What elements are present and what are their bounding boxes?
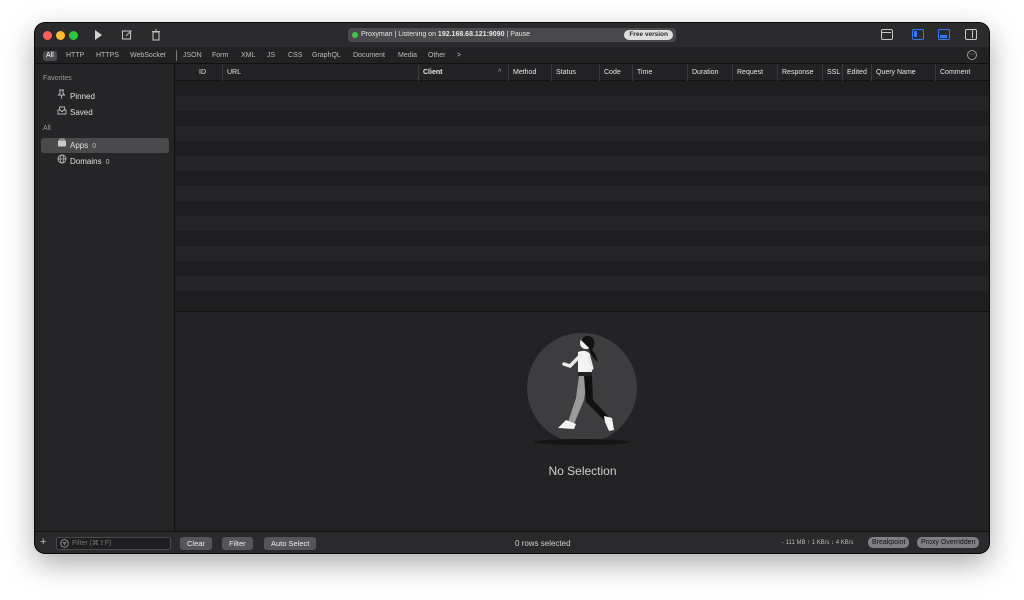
proxy-overridden-badge[interactable]: Proxy Overridden xyxy=(917,537,980,548)
trash-icon[interactable] xyxy=(148,27,164,43)
filter-tab-media[interactable]: Media xyxy=(398,51,417,61)
column-query-name[interactable]: Query Name xyxy=(871,64,935,81)
column-time[interactable]: Time xyxy=(632,64,687,81)
close-window-button[interactable] xyxy=(43,31,52,40)
column-response[interactable]: Response xyxy=(777,64,822,81)
column-status[interactable]: Status xyxy=(551,64,599,81)
filter-tab-xml[interactable]: XML xyxy=(241,51,255,61)
filter-bar: All HTTP HTTPS WebSocket JSON Form XML J… xyxy=(35,47,989,64)
table-row-empty xyxy=(176,276,989,291)
sidebar-item-label: Apps 0 xyxy=(70,141,97,150)
table-row-empty xyxy=(176,111,989,126)
filter-tab-js[interactable]: JS xyxy=(267,51,275,61)
sidebar-filter-input[interactable]: Filter (⌘⇧F) xyxy=(56,537,171,550)
table-row-empty xyxy=(176,291,989,306)
sidebar-item-domains[interactable]: Domains 0 xyxy=(41,154,169,169)
table-row-empty xyxy=(176,81,989,96)
more-filters-chevron-icon[interactable]: > xyxy=(457,51,461,61)
app-window: Proxyman | Listening on 192.168.68.121:9… xyxy=(35,23,989,553)
column-comment[interactable]: Comment xyxy=(935,64,989,81)
rows-selected-label: 0 rows selected xyxy=(515,539,571,548)
table-row-empty xyxy=(176,261,989,276)
sidebar-toggle-icon[interactable] xyxy=(912,29,924,40)
status-bar[interactable]: Proxyman | Listening on 192.168.68.121:9… xyxy=(348,28,676,42)
table-row-empty xyxy=(176,201,989,216)
favorites-header: Favorites xyxy=(43,75,72,82)
traffic-table: ID URL Client ^ Method Status Code Time … xyxy=(176,64,989,311)
play-icon[interactable] xyxy=(90,27,106,43)
filter-options-icon[interactable]: ⋯ xyxy=(967,50,977,60)
clear-button[interactable]: Clear xyxy=(180,537,212,550)
column-code[interactable]: Code xyxy=(599,64,632,81)
filter-tab-graphql[interactable]: GraphQL xyxy=(312,51,341,61)
sidebar-item-label: Domains 0 xyxy=(70,157,110,166)
sidebar-item-saved[interactable]: Saved xyxy=(41,105,169,120)
bottom-toolbar: + Filter (⌘⇧F) Clear Filter Auto Select … xyxy=(35,531,989,553)
sidebar-item-label: Pinned xyxy=(70,92,95,101)
table-row-empty xyxy=(176,141,989,156)
table-row-empty xyxy=(176,216,989,231)
filter-circle-icon xyxy=(60,539,69,551)
domains-count: 0 xyxy=(105,159,110,166)
filter-tab-all[interactable]: All xyxy=(43,51,57,61)
filter-tab-https[interactable]: HTTPS xyxy=(96,51,119,61)
column-method[interactable]: Method xyxy=(508,64,551,81)
filter-divider xyxy=(176,50,177,61)
column-id[interactable]: ID xyxy=(195,64,222,81)
filter-tab-document[interactable]: Document xyxy=(353,51,385,61)
apps-icon xyxy=(57,138,67,153)
column-ssl[interactable]: SSL xyxy=(822,64,842,81)
sidebar-item-pinned[interactable]: Pinned xyxy=(41,89,169,104)
window-layout-icon[interactable] xyxy=(881,29,893,40)
compose-icon[interactable] xyxy=(119,27,135,43)
column-request[interactable]: Request xyxy=(732,64,777,81)
filter-button[interactable]: Filter xyxy=(222,537,253,550)
column-duration[interactable]: Duration xyxy=(687,64,732,81)
bottom-panel-toggle-icon[interactable] xyxy=(938,29,950,40)
filter-tab-form[interactable]: Form xyxy=(212,51,228,61)
saved-tray-icon xyxy=(57,105,67,120)
auto-select-button[interactable]: Auto Select xyxy=(264,537,317,550)
right-panel-toggle-icon[interactable] xyxy=(965,29,977,40)
filter-tab-other[interactable]: Other xyxy=(428,51,446,61)
minimize-window-button[interactable] xyxy=(56,31,65,40)
breakpoint-badge[interactable]: Breakpoint xyxy=(868,537,910,548)
globe-icon xyxy=(57,154,67,169)
table-row-empty xyxy=(176,156,989,171)
add-icon[interactable]: + xyxy=(40,536,46,548)
sidebar-item-label: Saved xyxy=(70,108,93,117)
listening-status-dot xyxy=(352,32,358,38)
filter-tab-css[interactable]: CSS xyxy=(288,51,302,61)
title-bar: Proxyman | Listening on 192.168.68.121:9… xyxy=(35,23,989,47)
no-selection-label: No Selection xyxy=(548,464,617,478)
free-version-badge[interactable]: Free version xyxy=(624,30,673,40)
column-edited[interactable]: Edited xyxy=(842,64,871,81)
sort-ascending-icon[interactable]: ^ xyxy=(494,64,506,81)
filter-tab-websocket[interactable]: WebSocket xyxy=(130,51,166,61)
sidebar: Favorites Pinned Saved All Apps 0 Domains… xyxy=(35,64,175,531)
table-row-empty xyxy=(176,171,989,186)
all-header: All xyxy=(43,125,51,132)
filter-tab-json[interactable]: JSON xyxy=(183,51,202,61)
table-header: ID URL Client ^ Method Status Code Time … xyxy=(176,64,989,81)
apps-count: 0 xyxy=(92,143,97,150)
detail-pane: No Selection xyxy=(176,311,989,531)
table-row-empty xyxy=(176,126,989,141)
status-text: Proxyman | Listening on 192.168.68.121:9… xyxy=(361,31,531,38)
network-stats: - 111 MB ↑ 1 KB/s ↓ 4 KB/s xyxy=(782,540,854,546)
pin-icon xyxy=(57,89,66,104)
table-rows xyxy=(176,81,989,306)
sidebar-filter-placeholder: Filter (⌘⇧F) xyxy=(72,540,112,547)
column-url[interactable]: URL xyxy=(222,64,418,81)
running-woman-illustration xyxy=(527,333,637,445)
filter-tab-http[interactable]: HTTP xyxy=(66,51,84,61)
table-row-empty xyxy=(176,231,989,246)
table-row-empty xyxy=(176,96,989,111)
sidebar-item-apps[interactable]: Apps 0 xyxy=(41,138,169,153)
table-row-empty xyxy=(176,246,989,261)
table-row-empty xyxy=(176,186,989,201)
zoom-window-button[interactable] xyxy=(69,31,78,40)
